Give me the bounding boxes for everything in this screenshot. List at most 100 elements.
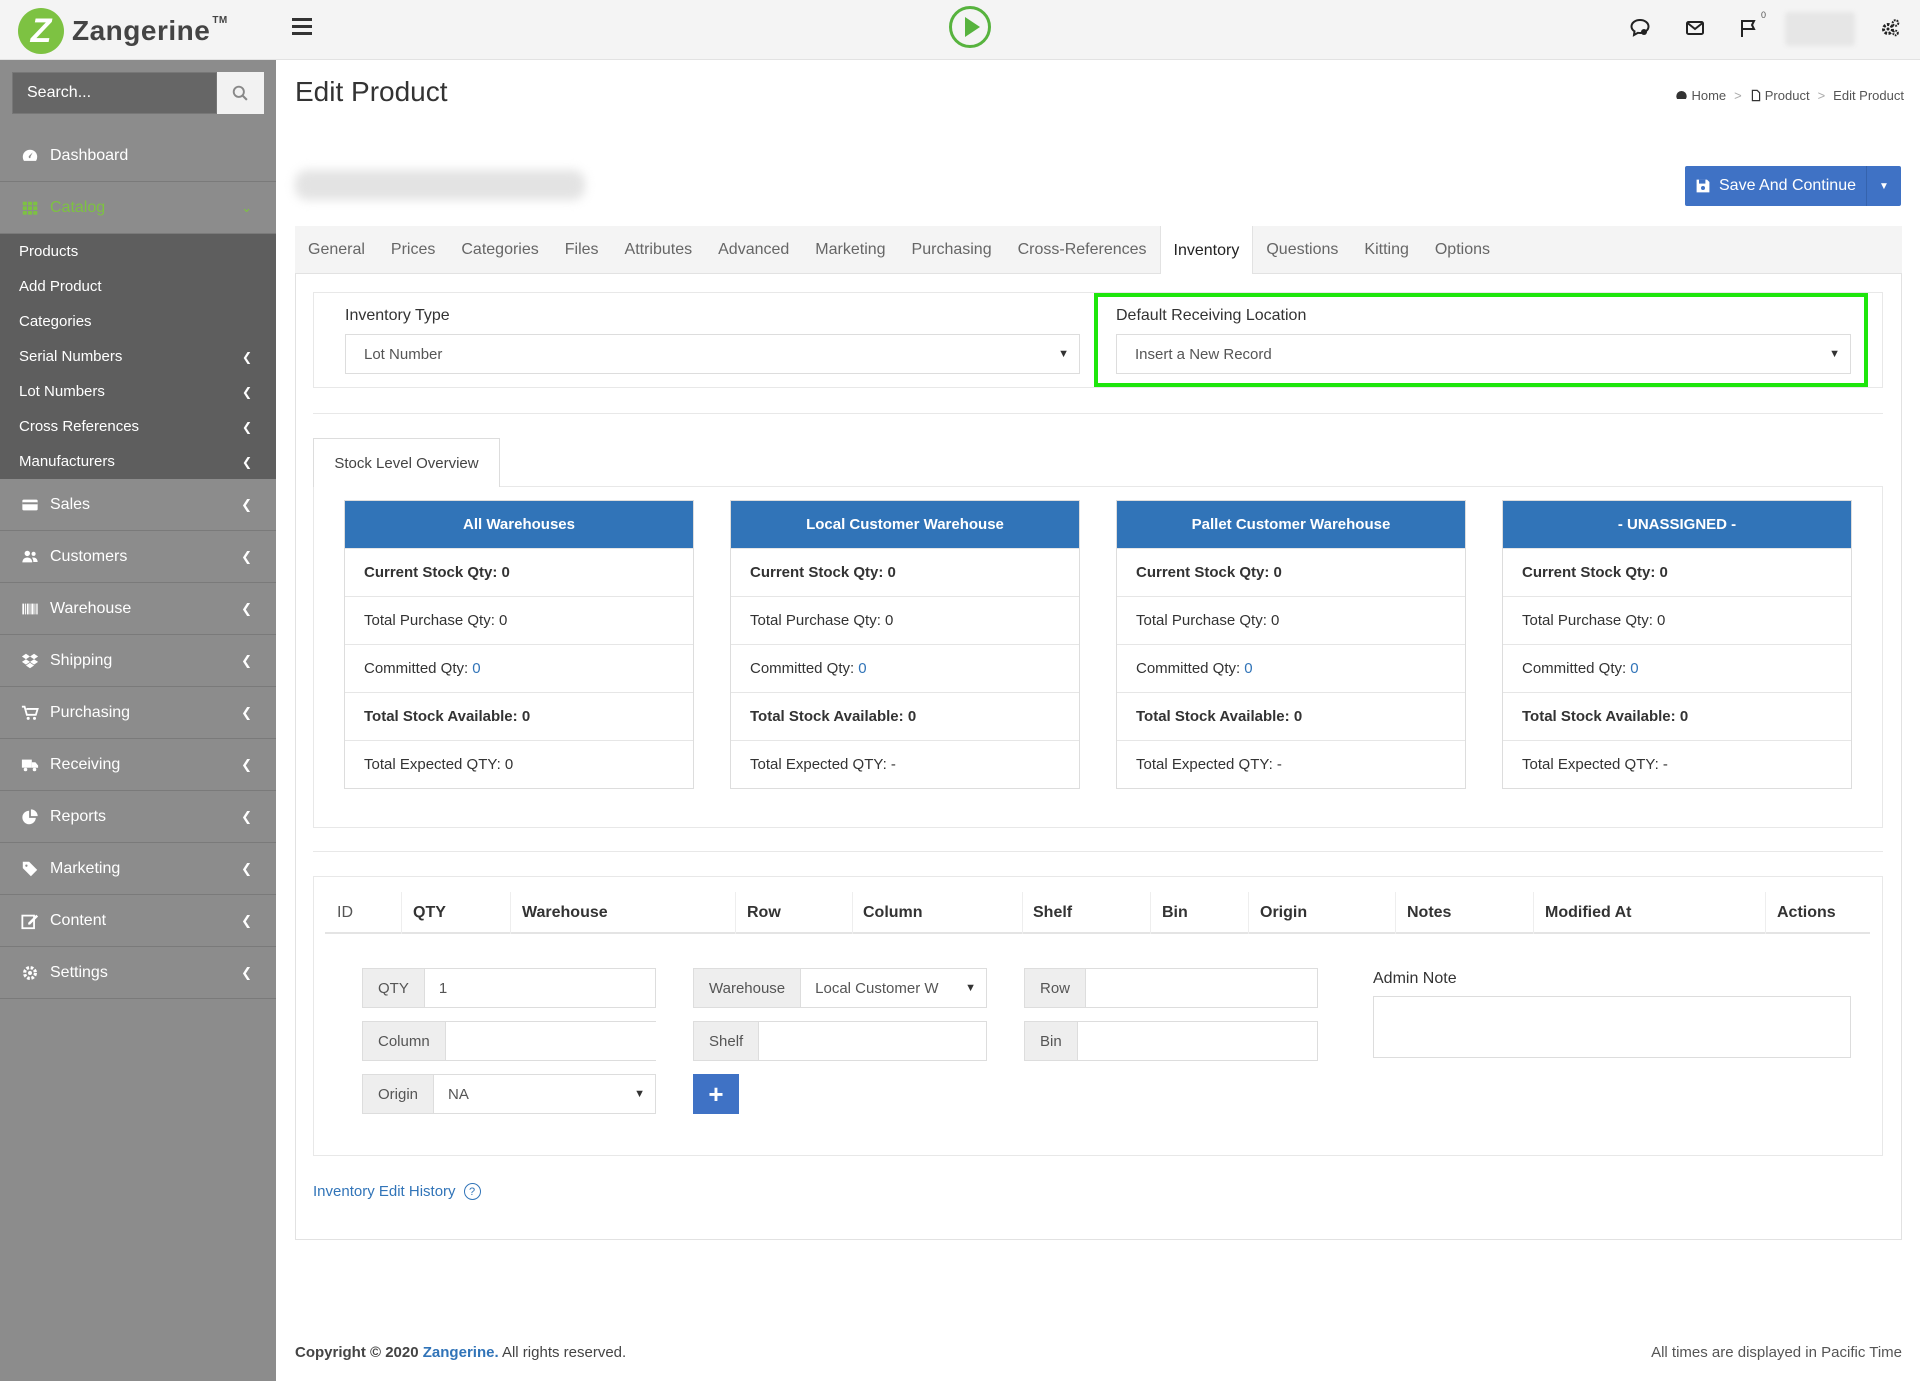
tab-stock-level-overview[interactable]: Stock Level Overview <box>313 438 500 487</box>
add-location-button[interactable]: + <box>693 1074 739 1114</box>
committed-link[interactable]: 0 <box>858 660 866 677</box>
committed-link[interactable]: 0 <box>472 660 480 677</box>
search-input[interactable] <box>12 72 217 114</box>
bin-input-group: Bin <box>1024 1021 1318 1061</box>
sidebar-item-warehouse[interactable]: Warehouse ❮ <box>0 583 276 635</box>
sidebar-item-marketing[interactable]: Marketing ❮ <box>0 843 276 895</box>
search-icon <box>232 85 248 101</box>
product-name-redacted <box>295 170 585 200</box>
sidebar-item-reports[interactable]: Reports ❮ <box>0 791 276 843</box>
warehouse-card-title: Local Customer Warehouse <box>731 501 1079 548</box>
sidebar-item-catalog[interactable]: Catalog ⌄ <box>0 182 276 234</box>
sidebar-item-label: Dashboard <box>50 146 129 164</box>
truck-icon <box>20 756 40 774</box>
edit-icon <box>20 912 40 930</box>
sidebar-sub-products[interactable]: Products <box>0 234 276 269</box>
tab-marketing[interactable]: Marketing <box>802 226 898 274</box>
origin-select[interactable]: NA ▼ <box>434 1075 655 1113</box>
sidebar-search <box>12 72 264 114</box>
available-row: Total Stock Available: 0 <box>1503 692 1851 740</box>
row-input[interactable] <box>1086 969 1317 1007</box>
tab-general[interactable]: General <box>295 226 378 274</box>
footer-brand-link[interactable]: Zangerine. <box>423 1344 499 1361</box>
inventory-edit-history-link[interactable]: Inventory Edit History ? <box>313 1183 481 1200</box>
sidebar-item-customers[interactable]: Customers ❮ <box>0 531 276 583</box>
inventory-type-select[interactable]: Lot Number ▼ <box>345 334 1080 374</box>
sidebar-sub-manufacturers[interactable]: Manufacturers ❮ <box>0 444 276 479</box>
total-purchase-row: Total Purchase Qty: 0 <box>345 596 693 644</box>
bin-input[interactable] <box>1077 1022 1317 1060</box>
flag-icon[interactable]: 0 <box>1736 10 1766 40</box>
tab-kitting[interactable]: Kitting <box>1351 226 1421 274</box>
sidebar-sub-lot-numbers[interactable]: Lot Numbers ❮ <box>0 374 276 409</box>
available-row: Total Stock Available: 0 <box>1117 692 1465 740</box>
chat-icon[interactable] <box>1628 16 1652 40</box>
settings-gears-icon[interactable] <box>1878 16 1902 40</box>
sidebar-item-shipping[interactable]: Shipping ❮ <box>0 635 276 687</box>
sidebar-item-label: Catalog <box>50 198 106 216</box>
save-options-dropdown[interactable]: ▼ <box>1867 166 1901 206</box>
chevron-left-icon: ❮ <box>241 860 252 876</box>
shelf-label: Shelf <box>694 1022 760 1060</box>
breadcrumb-separator: > <box>1734 88 1742 103</box>
qty-input[interactable] <box>424 969 655 1007</box>
warehouse-select[interactable]: Local Customer W ▼ <box>801 969 986 1007</box>
tab-categories[interactable]: Categories <box>448 226 551 274</box>
sidebar-item-sales[interactable]: Sales ❮ <box>0 479 276 531</box>
column-header-shelf: Shelf <box>1033 904 1073 921</box>
sidebar-sub-cross-references[interactable]: Cross References ❮ <box>0 409 276 444</box>
sidebar-sub-add-product[interactable]: Add Product <box>0 269 276 304</box>
committed-link[interactable]: 0 <box>1244 660 1252 677</box>
origin-label: Origin <box>363 1075 435 1113</box>
search-button[interactable] <box>217 72 264 114</box>
divider <box>313 851 1883 852</box>
logo[interactable]: Z Zangerine TM <box>18 8 228 54</box>
tab-options[interactable]: Options <box>1422 226 1503 274</box>
table-header: ID QTY Warehouse Row Column Shelf Bin Or… <box>325 892 1870 934</box>
footer-copyright: Copyright © 2020 Zangerine. All rights r… <box>295 1344 627 1361</box>
sidebar-item-label: Content <box>50 911 107 929</box>
sidebar-item-dashboard[interactable]: Dashboard <box>0 130 276 182</box>
tab-prices[interactable]: Prices <box>378 226 448 274</box>
warehouse-card: Local Customer Warehouse Current Stock Q… <box>730 500 1080 789</box>
sidebar-sub-serial-numbers[interactable]: Serial Numbers ❮ <box>0 339 276 374</box>
shelf-input[interactable] <box>759 1022 986 1060</box>
sidebar-item-content[interactable]: Content ❮ <box>0 895 276 947</box>
breadcrumb-product[interactable]: Product <box>1750 88 1810 103</box>
expected-row: Total Expected QTY: 0 <box>345 740 693 788</box>
sidebar-item-settings[interactable]: Settings ❮ <box>0 947 276 999</box>
tab-files[interactable]: Files <box>552 226 612 274</box>
sidebar-item-receiving[interactable]: Receiving ❮ <box>0 739 276 791</box>
divider <box>313 413 1883 414</box>
chevron-left-icon: ❮ <box>241 912 252 928</box>
save-and-continue-button[interactable]: Save And Continue ▼ <box>1685 166 1901 206</box>
admin-note-textarea[interactable] <box>1373 996 1851 1058</box>
mail-icon[interactable] <box>1683 16 1707 40</box>
receiving-location-select[interactable]: Insert a New Record ▼ <box>1116 334 1851 374</box>
tab-attributes[interactable]: Attributes <box>612 226 706 274</box>
cart-icon <box>20 704 40 722</box>
save-icon <box>1696 179 1710 193</box>
avatar[interactable] <box>1785 12 1855 46</box>
menu-toggle-icon[interactable] <box>292 18 312 36</box>
tab-cross-references[interactable]: Cross-References <box>1005 226 1160 274</box>
caret-down-icon: ▼ <box>634 1088 645 1100</box>
chevron-left-icon: ❮ <box>241 419 252 434</box>
tab-questions[interactable]: Questions <box>1253 226 1351 274</box>
sidebar-item-purchasing[interactable]: Purchasing ❮ <box>0 687 276 739</box>
notification-badge: 0 <box>1760 10 1766 20</box>
tab-inventory[interactable]: Inventory <box>1159 226 1254 275</box>
sidebar-sub-categories[interactable]: Categories <box>0 304 276 339</box>
available-row: Total Stock Available: 0 <box>345 692 693 740</box>
chevron-left-icon: ❮ <box>241 600 252 616</box>
play-icon[interactable] <box>949 6 991 48</box>
breadcrumb-home[interactable]: Home <box>1675 88 1726 103</box>
logo-mark: Z <box>18 8 64 54</box>
tab-advanced[interactable]: Advanced <box>705 226 802 274</box>
gear-icon <box>20 964 40 982</box>
column-input[interactable] <box>445 1022 659 1060</box>
caret-down-icon: ▼ <box>965 982 976 994</box>
current-stock-row: Current Stock Qty: 0 <box>345 548 693 596</box>
tab-purchasing[interactable]: Purchasing <box>899 226 1005 274</box>
committed-link[interactable]: 0 <box>1630 660 1638 677</box>
